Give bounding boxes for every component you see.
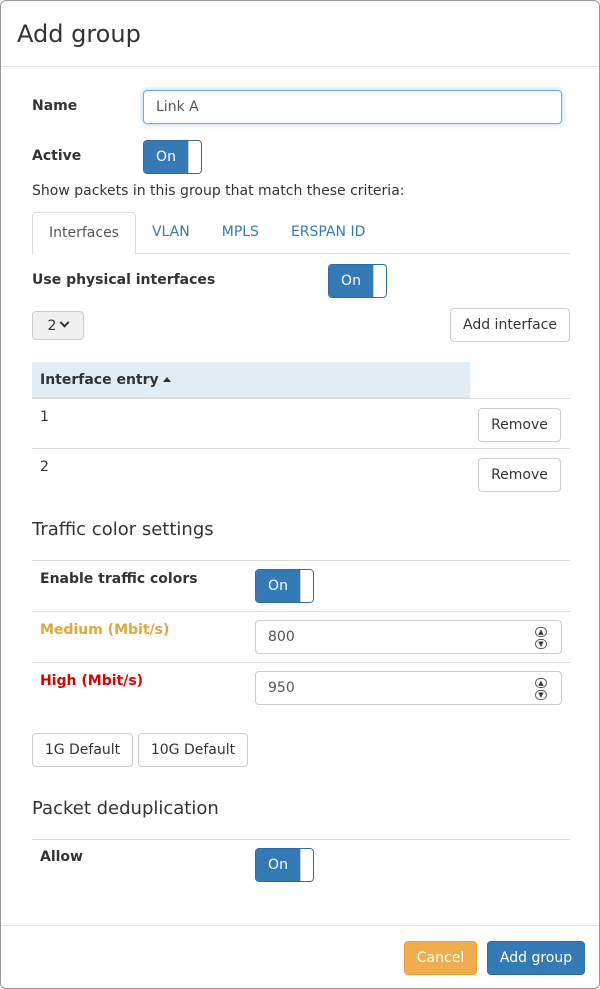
interface-entry-value: 1 [40, 409, 49, 425]
toggle-handle [373, 265, 386, 297]
criteria-tabs: Interfaces VLAN MPLS ERSPAN ID [32, 212, 570, 255]
name-input[interactable]: Link A [143, 90, 562, 124]
cancel-button[interactable]: Cancel [404, 941, 477, 975]
1g-default-button[interactable]: 1G Default [32, 733, 133, 767]
traffic-section-title: Traffic color settings [32, 519, 214, 540]
remove-button[interactable]: Remove [478, 408, 561, 442]
high-threshold-value: 950 [268, 680, 295, 696]
toggle-on-label: On [329, 265, 373, 297]
add-group-button[interactable]: Add group [487, 941, 585, 975]
tab-vlan[interactable]: VLAN [136, 212, 206, 254]
enable-traffic-colors-label: Enable traffic colors [40, 571, 198, 587]
remove-button[interactable]: Remove [478, 458, 561, 492]
dialog-header: Add group [1, 1, 599, 67]
high-threshold-input[interactable]: 950 ▲ ▼ [255, 671, 562, 705]
toggle-on-label: On [144, 141, 188, 173]
number-spinner[interactable]: ▲ ▼ [535, 627, 549, 649]
tab-interfaces[interactable]: Interfaces [32, 212, 136, 255]
interface-entry-header: Interface entry [40, 372, 159, 388]
add-interface-button[interactable]: Add interface [450, 308, 570, 342]
spin-down-icon[interactable]: ▼ [535, 639, 547, 649]
number-spinner[interactable]: ▲ ▼ [535, 678, 549, 700]
chevron-down-icon [60, 317, 70, 328]
active-toggle[interactable]: On [143, 140, 202, 174]
divider [32, 560, 570, 561]
traffic-colors-toggle[interactable]: On [255, 569, 314, 603]
divider [32, 611, 570, 612]
medium-threshold-value: 800 [268, 629, 295, 645]
medium-threshold-label: Medium (Mbit/s) [40, 622, 170, 638]
toggle-handle [188, 141, 201, 173]
table-row: 2 Remove [32, 449, 570, 499]
dedup-allow-toggle[interactable]: On [255, 848, 314, 882]
tab-erspan-id[interactable]: ERSPAN ID [275, 212, 381, 254]
toggle-on-label: On [256, 849, 300, 881]
dedup-section-title: Packet deduplication [32, 798, 219, 819]
toggle-on-label: On [256, 570, 300, 602]
spin-down-icon[interactable]: ▼ [535, 690, 547, 700]
count-select[interactable]: 2 [32, 311, 84, 340]
count-select-value: 2 [47, 317, 57, 334]
toggle-handle [300, 570, 313, 602]
allow-label: Allow [40, 849, 83, 865]
dialog-title: Add group [17, 20, 141, 48]
high-threshold-label: High (Mbit/s) [40, 673, 144, 689]
active-label: Active [32, 148, 82, 164]
add-group-dialog: Add group Name Link A Active On Show pac… [0, 0, 600, 989]
footer-divider [1, 925, 599, 926]
physical-interfaces-label: Use physical interfaces [32, 272, 216, 288]
physical-interfaces-toggle[interactable]: On [328, 264, 387, 298]
divider [32, 662, 570, 663]
medium-threshold-input[interactable]: 800 ▲ ▼ [255, 620, 562, 654]
divider [32, 839, 570, 840]
spin-up-icon[interactable]: ▲ [535, 678, 547, 688]
table-header[interactable]: Interface entry [32, 362, 470, 399]
interface-entry-value: 2 [40, 459, 49, 475]
toggle-handle [300, 849, 313, 881]
spin-up-icon[interactable]: ▲ [535, 627, 547, 637]
name-label: Name [32, 98, 78, 114]
10g-default-button[interactable]: 10G Default [138, 733, 248, 767]
sort-asc-icon [163, 377, 171, 382]
criteria-text: Show packets in this group that match th… [32, 183, 405, 199]
table-row: 1 Remove [32, 399, 570, 449]
tab-mpls[interactable]: MPLS [206, 212, 275, 254]
